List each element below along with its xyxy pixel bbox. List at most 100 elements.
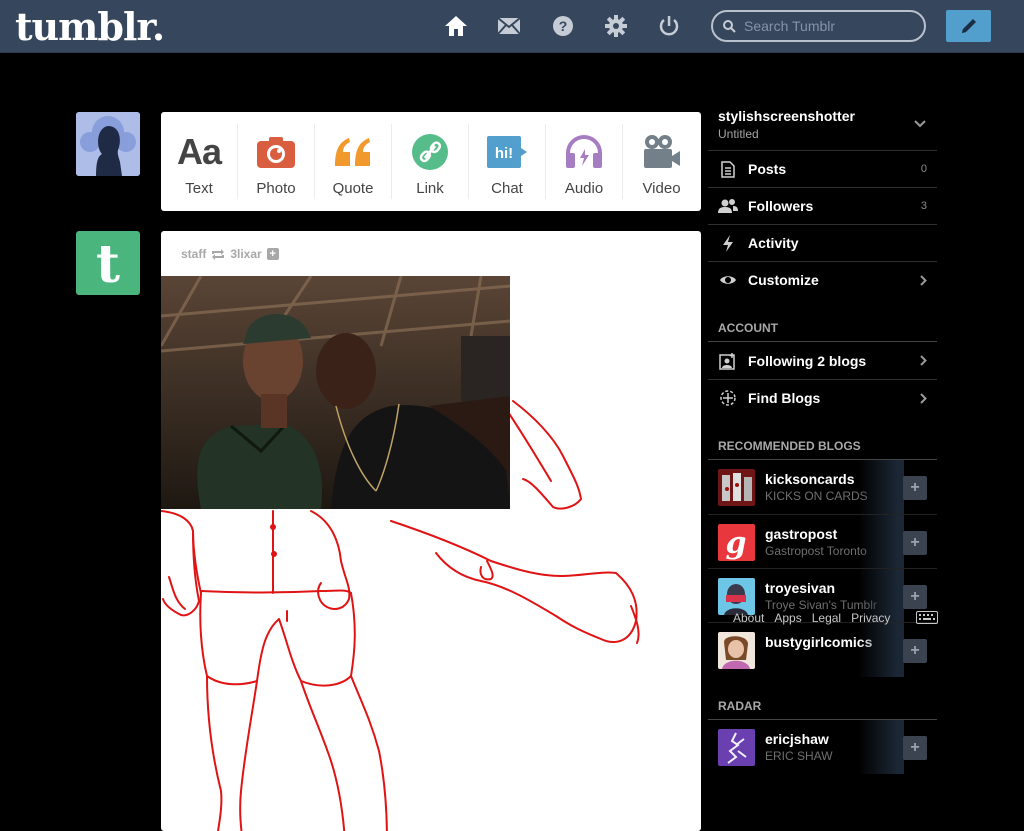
follow-button[interactable]: + bbox=[903, 531, 927, 555]
chevron-right-icon bbox=[920, 392, 927, 404]
video-camera-icon bbox=[643, 128, 681, 176]
keyboard-icon[interactable] bbox=[916, 611, 938, 624]
following-icon bbox=[718, 352, 738, 370]
chevron-down-icon[interactable] bbox=[914, 120, 926, 128]
headphones-icon bbox=[564, 128, 604, 176]
recommended-blog[interactable]: bustygirlcomics + bbox=[708, 622, 937, 677]
follow-button[interactable]: + bbox=[903, 585, 927, 609]
sidebar-item-label: Find Blogs bbox=[748, 390, 821, 406]
camera-icon bbox=[257, 128, 295, 176]
text-icon: Aa bbox=[176, 131, 222, 172]
search-box[interactable] bbox=[711, 10, 926, 42]
link-icon bbox=[412, 128, 448, 176]
blog-name-link[interactable]: kicksoncards bbox=[765, 471, 855, 487]
blog-title: Untitled bbox=[718, 127, 759, 141]
recommended-section-title: RECOMMENDED BLOGS bbox=[718, 439, 861, 453]
svg-text:?: ? bbox=[559, 18, 568, 34]
sidebar-item-customize[interactable]: Customize bbox=[708, 261, 937, 298]
photo-image bbox=[161, 276, 510, 509]
post-type-chat[interactable]: hi! Chat bbox=[469, 124, 546, 199]
followers-count: 3 bbox=[920, 200, 927, 212]
radar-blog[interactable]: ericjshaw ERIC SHAW + bbox=[708, 720, 937, 774]
recommended-blog[interactable]: g gastropost Gastropost Toronto + bbox=[708, 514, 937, 569]
home-icon[interactable] bbox=[443, 13, 469, 39]
chevron-right-icon bbox=[920, 355, 927, 366]
blog-avatar[interactable] bbox=[718, 729, 755, 766]
recommended-blog[interactable]: kicksoncards KICKS ON CARDS + bbox=[708, 460, 937, 514]
compass-icon bbox=[718, 389, 738, 407]
sidebar-item-posts[interactable]: Posts 0 bbox=[708, 150, 937, 187]
sidebar-item-label: Activity bbox=[748, 235, 799, 251]
dashboard-post: staff 3lixar + bbox=[161, 231, 701, 831]
post-type-video[interactable]: Video bbox=[623, 124, 700, 199]
sidebar-item-find-blogs[interactable]: Find Blogs bbox=[708, 379, 937, 416]
blog-avatar[interactable] bbox=[718, 578, 755, 615]
sidebar-item-label: Posts bbox=[748, 161, 787, 177]
staff-avatar[interactable]: t bbox=[76, 231, 140, 295]
svg-text:hi!: hi! bbox=[495, 145, 513, 162]
post-photo[interactable] bbox=[161, 276, 510, 509]
post-type-label: Audio bbox=[564, 180, 604, 197]
blog-name-link[interactable]: gastropost bbox=[765, 526, 837, 542]
svg-text:t: t bbox=[96, 238, 120, 288]
tumblr-logo[interactable]: tumblr. bbox=[15, 4, 165, 49]
fade-overlay bbox=[858, 515, 904, 569]
post-type-link[interactable]: Link bbox=[392, 124, 469, 199]
post-type-label: Chat bbox=[491, 180, 523, 197]
post-type-label: Video bbox=[642, 180, 681, 197]
sidebar-item-following[interactable]: Following 2 blogs bbox=[708, 342, 937, 379]
post-type-bar: Aa Text Photo Quote Link hi! Chat Audio bbox=[161, 112, 701, 211]
blog-title: ERIC SHAW bbox=[765, 749, 833, 763]
post-type-text[interactable]: Aa Text bbox=[161, 124, 238, 199]
post-type-quote[interactable]: Quote bbox=[315, 124, 392, 199]
gear-icon[interactable] bbox=[603, 13, 629, 39]
fade-overlay bbox=[858, 720, 904, 774]
search-icon bbox=[723, 19, 736, 33]
post-type-label: Link bbox=[416, 180, 444, 197]
svg-text:g: g bbox=[726, 526, 747, 561]
posts-count: 0 bbox=[920, 163, 927, 175]
pencil-icon bbox=[961, 19, 976, 33]
chat-icon: hi! bbox=[487, 128, 527, 176]
post-type-label: Text bbox=[185, 180, 213, 197]
search-input[interactable] bbox=[744, 18, 909, 34]
followers-icon bbox=[718, 199, 738, 213]
sidebar-item-activity[interactable]: Activity bbox=[708, 224, 937, 261]
blog-name-link[interactable]: ericjshaw bbox=[765, 731, 829, 747]
sidebar-item-label: Following 2 blogs bbox=[748, 352, 867, 369]
footer-link-about[interactable]: About bbox=[733, 611, 764, 625]
follow-button[interactable]: + bbox=[903, 639, 927, 663]
blog-name[interactable]: stylishscreenshotter bbox=[718, 108, 855, 124]
blog-name-link[interactable]: troyesivan bbox=[765, 580, 835, 596]
footer-links: About Apps Legal Privacy bbox=[733, 611, 890, 625]
blog-name-link[interactable]: bustygirlcomics bbox=[765, 634, 872, 650]
footer-link-apps[interactable]: Apps bbox=[774, 611, 801, 625]
post-type-audio[interactable]: Audio bbox=[546, 124, 623, 199]
my-avatar[interactable] bbox=[76, 112, 140, 176]
compose-button[interactable] bbox=[946, 10, 991, 42]
chevron-right-icon bbox=[920, 274, 927, 286]
power-icon[interactable] bbox=[656, 13, 682, 39]
account-section-title: ACCOUNT bbox=[718, 321, 778, 335]
radar-section-title: RADAR bbox=[718, 699, 762, 713]
post-type-label: Quote bbox=[332, 180, 374, 197]
blog-avatar[interactable]: g bbox=[718, 524, 755, 561]
help-icon[interactable]: ? bbox=[550, 13, 576, 39]
sidebar-item-followers[interactable]: Followers 3 bbox=[708, 187, 937, 224]
posts-icon bbox=[718, 160, 738, 178]
footer-link-legal[interactable]: Legal bbox=[812, 611, 841, 625]
post-type-photo[interactable]: Photo bbox=[238, 124, 315, 199]
blog-avatar[interactable] bbox=[718, 469, 755, 506]
lightning-icon bbox=[718, 234, 738, 252]
post-type-label: Photo bbox=[256, 180, 296, 197]
top-header: tumblr. ? bbox=[0, 0, 1024, 53]
fade-overlay bbox=[858, 460, 904, 514]
fade-overlay bbox=[858, 623, 904, 677]
footer-link-privacy[interactable]: Privacy bbox=[851, 611, 890, 625]
eye-icon bbox=[718, 274, 738, 286]
follow-button[interactable]: + bbox=[903, 736, 927, 760]
blog-title: KICKS ON CARDS bbox=[765, 489, 868, 503]
blog-avatar[interactable] bbox=[718, 632, 755, 669]
follow-button[interactable]: + bbox=[903, 476, 927, 500]
mail-icon[interactable] bbox=[496, 13, 522, 39]
